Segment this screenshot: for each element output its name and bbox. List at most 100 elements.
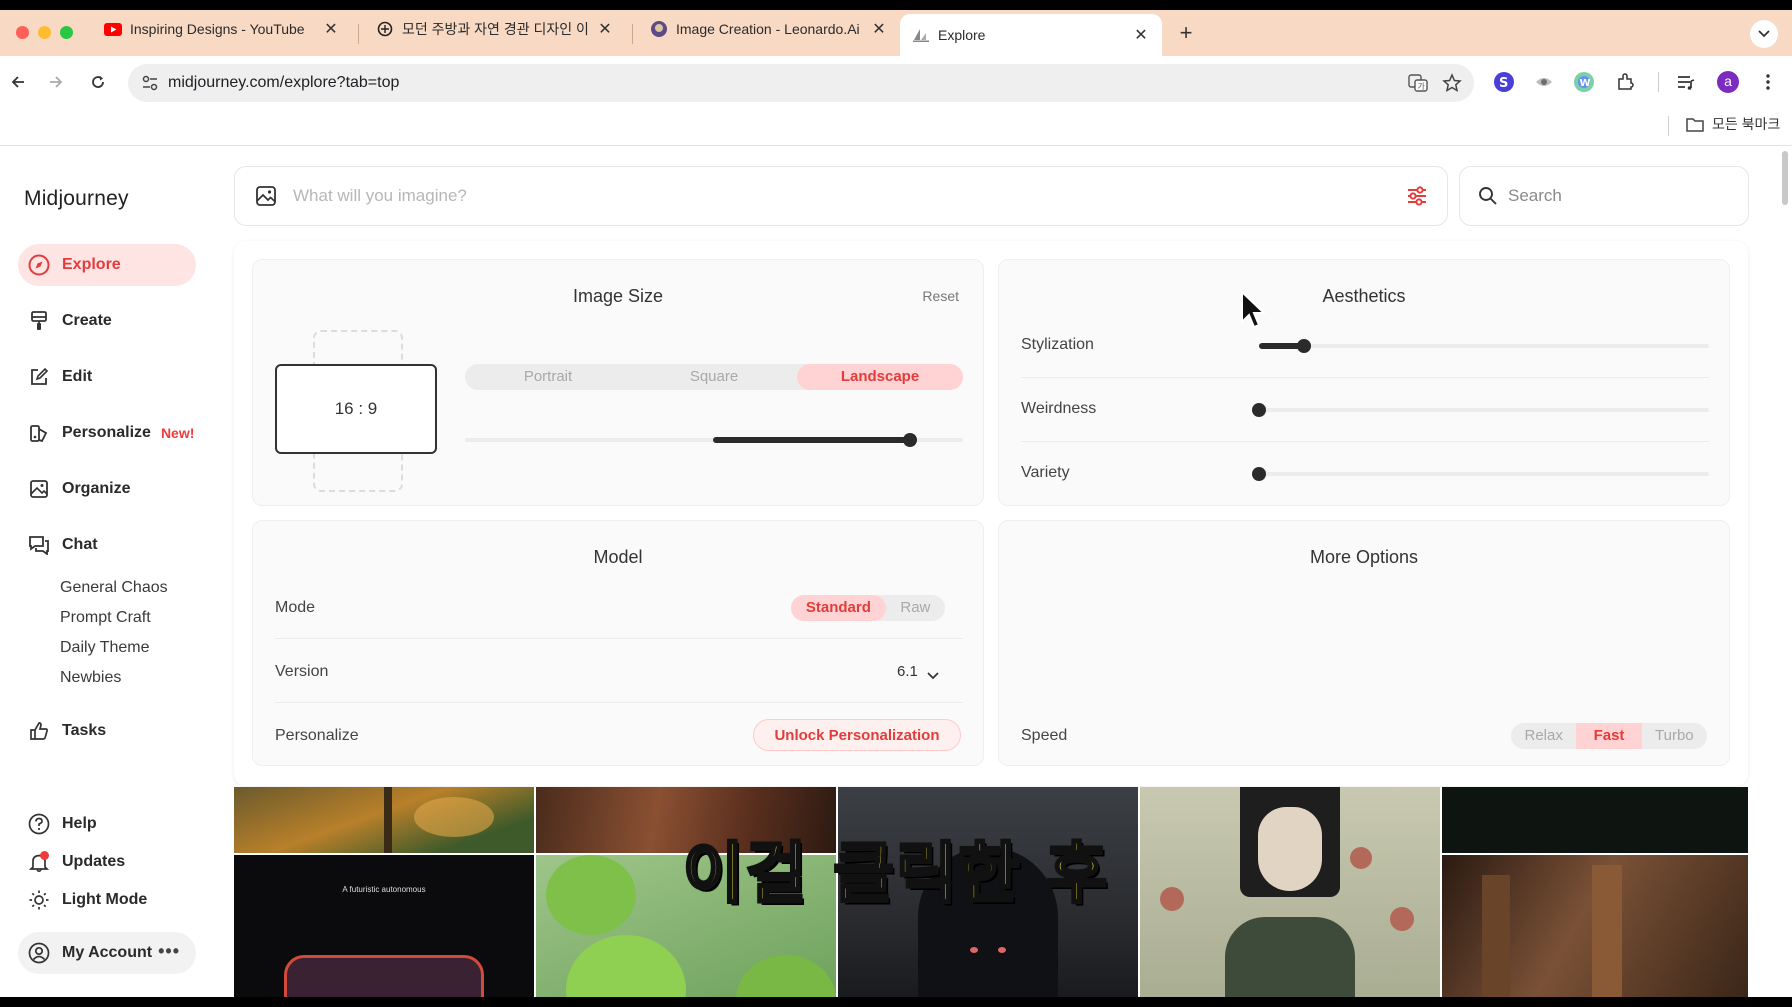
model-title: Model <box>593 547 643 567</box>
sidebar-item-organize[interactable]: Organize <box>18 468 196 510</box>
stylization-slider-knob[interactable] <box>1297 339 1311 353</box>
sidebar-item-chat[interactable]: Chat <box>18 524 196 566</box>
orientation-landscape[interactable]: Landscape <box>797 364 963 390</box>
image-icon <box>28 478 50 500</box>
close-icon[interactable]: ✕ <box>1132 26 1150 44</box>
tab-separator <box>358 24 359 44</box>
row-divider <box>275 702 963 703</box>
arrow-right-icon <box>50 76 63 88</box>
url-text: midjourney.com/explore?tab=top <box>168 74 400 91</box>
mode-label: Mode <box>275 599 316 616</box>
my-account-button[interactable]: My Account ••• <box>18 932 196 974</box>
size-slider-knob[interactable] <box>903 433 917 447</box>
sidebar-item-create[interactable]: Create <box>18 300 196 342</box>
chevron-down-icon[interactable] <box>927 667 939 685</box>
thumbs-up-icon <box>28 720 50 742</box>
settings-sliders-icon[interactable] <box>1405 184 1429 213</box>
speed-relax[interactable]: Relax <box>1511 723 1576 749</box>
orientation-portrait[interactable]: Portrait <box>465 364 631 390</box>
tab-leonardo[interactable]: Image Creation - Leonardo.Ai ✕ <box>638 10 900 48</box>
new-badge: New! <box>160 425 195 441</box>
all-bookmarks-button[interactable]: 모든 북마크 <box>1686 114 1780 134</box>
arrow-left-icon <box>11 76 24 88</box>
variety-label: Variety <box>1021 464 1070 481</box>
forward-button[interactable] <box>42 68 70 96</box>
speed-turbo[interactable]: Turbo <box>1642 723 1707 749</box>
mouse-cursor-icon <box>1240 289 1270 337</box>
tab-title: Explore <box>938 27 986 43</box>
folder-icon <box>1686 117 1704 132</box>
media-control-icon[interactable] <box>1674 70 1698 94</box>
mode-standard[interactable]: Standard <box>791 595 886 621</box>
variety-slider-knob[interactable] <box>1252 467 1266 481</box>
extensions-puzzle-icon[interactable] <box>1614 70 1638 94</box>
sidebar-item-tasks[interactable]: Tasks <box>18 710 196 752</box>
browser-toolbar: midjourney.com/explore?tab=top 가 S W a <box>0 56 1792 108</box>
translate-icon[interactable]: 가 <box>1408 73 1428 98</box>
orientation-square[interactable]: Square <box>631 364 797 390</box>
mode-raw[interactable]: Raw <box>886 595 945 621</box>
bottom-border <box>0 997 1792 1007</box>
tab-chatgpt[interactable]: 모던 주방과 자연 경관 디자인 이미 ✕ <box>364 10 626 48</box>
speed-fast[interactable]: Fast <box>1576 723 1642 749</box>
sidebar-item-explore[interactable]: Explore <box>18 244 196 286</box>
reload-icon <box>92 76 104 88</box>
bookmark-star-icon[interactable] <box>1442 73 1462 98</box>
stylization-label: Stylization <box>1021 336 1094 353</box>
close-icon[interactable]: ✕ <box>596 20 614 38</box>
bookmarks-divider <box>1668 116 1669 136</box>
tab-title: Image Creation - Leonardo.Ai <box>676 21 860 37</box>
extension-w-icon[interactable]: W <box>1572 70 1596 94</box>
imagine-bar[interactable]: What will you imagine? <box>234 166 1448 226</box>
sidebar-item-label: Edit <box>62 368 93 385</box>
chat-channel-general-chaos[interactable]: General Chaos <box>60 579 168 597</box>
stylization-slider-track[interactable] <box>1259 344 1709 348</box>
more-icon[interactable]: ••• <box>158 941 180 962</box>
svg-text:가: 가 <box>1418 82 1426 91</box>
reload-button[interactable] <box>84 68 112 96</box>
extension-s-icon[interactable]: S <box>1492 70 1516 94</box>
reset-button[interactable]: Reset <box>922 288 959 304</box>
sidebar-item-label: Organize <box>62 480 131 497</box>
sidebar-item-personalize[interactable]: Personalize New! <box>18 412 208 454</box>
weirdness-label: Weirdness <box>1021 400 1097 417</box>
weirdness-slider-knob[interactable] <box>1252 403 1266 417</box>
browser-menu-icon[interactable] <box>1756 70 1780 94</box>
close-window-button[interactable] <box>16 26 29 39</box>
profile-avatar[interactable]: a <box>1716 70 1740 94</box>
chat-channel-newbies[interactable]: Newbies <box>60 669 121 687</box>
image-size-card: Image Size Reset 16 : 9 Portrait Square … <box>252 259 984 506</box>
tab-youtube[interactable]: Inspiring Designs - YouTube ✕ <box>92 10 352 48</box>
tab-search-button[interactable] <box>1750 20 1778 48</box>
extension-eye-icon[interactable] <box>1532 70 1556 94</box>
chat-channel-daily-theme[interactable]: Daily Theme <box>60 639 150 657</box>
sidebar-item-edit[interactable]: Edit <box>18 356 196 398</box>
maximize-window-button[interactable] <box>60 26 73 39</box>
weirdness-slider-track[interactable] <box>1259 408 1709 412</box>
tab-title: Inspiring Designs - YouTube <box>130 21 305 37</box>
search-box[interactable]: Search <box>1459 166 1749 226</box>
variety-slider-track[interactable] <box>1259 472 1709 476</box>
tab-explore[interactable]: Explore ✕ <box>900 14 1162 56</box>
close-icon[interactable]: ✕ <box>322 20 340 38</box>
svg-text:S: S <box>1499 76 1508 91</box>
personalize-icon <box>28 422 50 444</box>
orientation-selector: Portrait Square Landscape <box>465 364 963 390</box>
brand-logo[interactable]: Midjourney <box>24 187 129 211</box>
close-icon[interactable]: ✕ <box>870 20 888 38</box>
unlock-personalization-button[interactable]: Unlock Personalization <box>753 719 961 751</box>
more-options-title: More Options <box>1309 547 1419 567</box>
back-button[interactable] <box>4 68 32 96</box>
page-scrollbar[interactable] <box>1782 151 1788 205</box>
minimize-window-button[interactable] <box>38 26 51 39</box>
chat-channel-prompt-craft[interactable]: Prompt Craft <box>60 609 151 627</box>
address-bar[interactable]: midjourney.com/explore?tab=top 가 <box>128 64 1474 102</box>
version-label: Version <box>275 663 329 680</box>
profile-initial: a <box>1724 73 1732 89</box>
sidebar-item-label: Chat <box>62 536 98 553</box>
image-upload-icon[interactable] <box>255 185 277 212</box>
row-divider <box>275 638 963 639</box>
version-select[interactable]: 6.1 <box>897 663 918 680</box>
new-tab-button[interactable]: + <box>1173 20 1199 46</box>
site-settings-icon[interactable] <box>140 73 160 98</box>
